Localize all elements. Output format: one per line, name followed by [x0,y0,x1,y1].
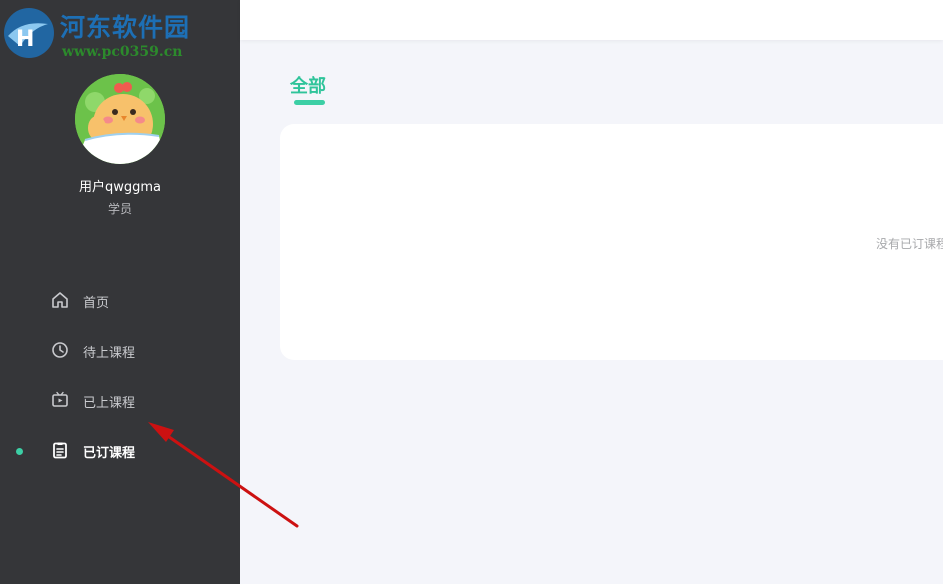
sidebar: H 河东软件园 www.pc0359.cn 用户qwggma 学员 首页 待上课… [0,0,240,584]
avatar[interactable] [75,74,165,164]
watermark-logo-icon: H [4,8,54,58]
top-bar [240,0,943,40]
user-name: 用户qwggma [78,180,162,195]
sidebar-item-label: 待上课程 [83,346,136,361]
svg-text:H: H [16,27,34,52]
watermark-url: www.pc0359.cn [62,44,183,60]
active-indicator-dot [16,448,23,455]
tab-active-underline [294,100,325,105]
clock-icon [52,342,68,358]
chick-avatar-icon [75,74,165,164]
tv-play-icon [52,391,68,407]
home-icon [52,292,68,308]
sidebar-item-home[interactable]: 首页 [0,281,240,321]
sidebar-item-label: 已上课程 [83,396,136,411]
sidebar-item-label: 首页 [83,296,110,311]
clipboard-icon [53,442,67,459]
sidebar-item-booked[interactable]: 已订课程 [0,431,240,471]
course-list-card [280,124,943,360]
empty-state-message: 没有已订课程 [876,237,943,251]
sidebar-item-upcoming[interactable]: 待上课程 [0,331,240,371]
tab-all[interactable]: 全部 [290,72,326,98]
watermark-title: 河东软件园 [60,13,191,42]
sidebar-item-attended[interactable]: 已上课程 [0,381,240,421]
sidebar-item-label: 已订课程 [83,446,136,461]
user-role: 学员 [107,202,132,216]
watermark: H 河东软件园 www.pc0359.cn [0,4,205,62]
